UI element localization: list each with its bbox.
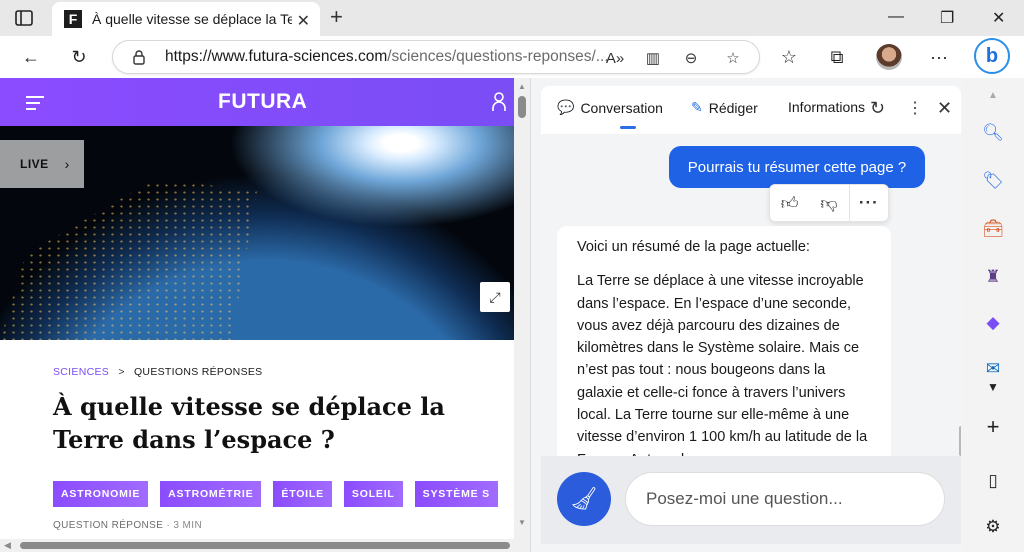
article-meta: QUESTION RÉPONSE · 3 MIN xyxy=(53,520,202,531)
tab-rediger[interactable]: ✎ Rédiger xyxy=(691,99,758,116)
profile-avatar[interactable] xyxy=(876,44,902,70)
new-tab-button[interactable]: + xyxy=(330,6,350,28)
article-title: À quelle vitesse se déplace la Terre dan… xyxy=(53,392,445,454)
search-icon[interactable]: 🔍︎ xyxy=(982,122,1004,144)
shopping-icon[interactable]: 🏷︎ xyxy=(982,170,1004,192)
copilot-pane: 💬 Conversation ✎ Rédiger Informations ↻ ⋮ … xyxy=(530,78,962,552)
new-topic-broom-icon[interactable]: 🧹︎ xyxy=(557,472,611,526)
favorites-icon[interactable]: ☆ xyxy=(778,46,800,68)
bot-message: Voici un résumé de la page actuelle: La … xyxy=(557,226,891,456)
expand-icon[interactable]: ⤢ xyxy=(480,282,510,312)
tab-conversation[interactable]: 💬 Conversation xyxy=(557,99,663,116)
close-pane-icon[interactable]: ✕ xyxy=(937,98,952,119)
minimize-button[interactable]: — xyxy=(888,8,904,26)
live-label: LIVE xyxy=(20,157,49,171)
settings-gear-icon[interactable]: ⚙ xyxy=(982,516,1004,538)
tools-icon[interactable]: 🧰︎ xyxy=(982,218,1004,240)
tag-soleil[interactable]: SOLEIL xyxy=(343,481,403,507)
web-page: FUTURA LIVE › ⤢ SCIENCES > QUESTIONS RÉPO… xyxy=(0,78,514,552)
reaction-bar: 👍︎ 👎︎ ··· xyxy=(769,184,889,222)
read-aloud-icon[interactable]: A» xyxy=(605,48,625,68)
earth-image: LIVE › ⤢ xyxy=(0,126,514,340)
tab-actions-icon[interactable] xyxy=(14,8,34,28)
bot-summary: La Terre se déplace à une vitesse incroy… xyxy=(577,273,868,456)
more-options-icon[interactable]: ⋮ xyxy=(907,98,923,118)
user-message: Pourrais tu résumer cette page ? xyxy=(669,146,925,188)
games-icon[interactable]: ♜ xyxy=(982,266,1004,288)
futura-logo[interactable]: FUTURA xyxy=(218,90,307,114)
tab-close-icon[interactable]: ✕ xyxy=(297,11,310,31)
live-button[interactable]: LIVE › xyxy=(0,140,84,188)
address-bar[interactable]: https://www.futura-sciences.com/sciences… xyxy=(112,40,760,74)
zoom-icon[interactable]: ⊖ xyxy=(681,48,701,68)
vertical-scrollbar[interactable]: ▲ ▼ xyxy=(514,78,530,552)
horizontal-scrollbar[interactable]: ◀ xyxy=(0,539,514,552)
active-tab-indicator xyxy=(620,126,636,129)
breadcrumb-sciences[interactable]: SCIENCES xyxy=(53,366,109,378)
scroll-down-icon[interactable]: ▼ xyxy=(518,518,526,527)
site-header: FUTURA xyxy=(0,78,514,126)
sidebar-scroll-down-icon[interactable]: ▼ xyxy=(982,376,1004,398)
breadcrumb-questions[interactable]: QUESTIONS RÉPONSES xyxy=(134,366,263,378)
sidebar-scroll-up-icon[interactable]: ▲ xyxy=(982,84,1004,106)
url-text[interactable]: https://www.futura-sciences.com/sciences… xyxy=(165,48,609,66)
refresh-chat-icon[interactable]: ↻ xyxy=(870,98,885,119)
futura-favicon-icon: F xyxy=(64,10,82,28)
refresh-icon[interactable]: ↻ xyxy=(68,46,90,68)
article-type: QUESTION RÉPONSE xyxy=(53,520,164,531)
conversation-area: Pourrais tu résumer cette page ? 👍︎ 👎︎ ·… xyxy=(541,134,961,456)
user-icon[interactable] xyxy=(492,92,506,112)
immersive-reader-icon[interactable]: ▥ xyxy=(643,48,663,68)
more-icon[interactable]: ··· xyxy=(928,46,950,68)
bing-chat-icon[interactable]: b xyxy=(974,38,1010,74)
restore-button[interactable]: ❐ xyxy=(940,8,954,28)
compose-icon: ✎ xyxy=(691,99,703,115)
add-favorite-icon[interactable]: ☆ xyxy=(723,48,743,68)
breadcrumb-separator: > xyxy=(118,366,125,378)
edge-sidebar: ▲ 🔍︎ 🏷︎ 🧰︎ ♜ ◆ ✉ ▼ + ▯ ⚙ xyxy=(962,78,1024,552)
add-sidebar-icon[interactable]: + xyxy=(982,414,1004,439)
lock-icon[interactable] xyxy=(131,49,147,65)
hide-sidebar-icon[interactable]: ▯ xyxy=(982,470,1004,492)
tab-informations[interactable]: Informations xyxy=(788,99,865,115)
ask-input[interactable]: Posez-moi une question... xyxy=(625,472,945,526)
tab-bar: F À quelle vitesse se déplace la Terre ✕… xyxy=(0,0,1024,36)
breadcrumb: SCIENCES > QUESTIONS RÉPONSES xyxy=(53,366,262,378)
back-icon[interactable]: ← xyxy=(20,46,42,68)
browser-tab[interactable]: F À quelle vitesse se déplace la Terre ✕ xyxy=(52,2,320,36)
tag-systeme-solaire[interactable]: SYSTÈME S xyxy=(414,481,498,507)
scroll-up-icon[interactable]: ▲ xyxy=(518,82,526,91)
tag-etoile[interactable]: ÉTOILE xyxy=(273,481,332,507)
chat-icon: 💬 xyxy=(557,99,575,115)
chat-tabs: 💬 Conversation ✎ Rédiger Informations ↻ ⋮ … xyxy=(541,86,961,134)
tag-astrometrie[interactable]: ASTROMÉTRIE xyxy=(160,481,262,507)
tab-title: À quelle vitesse se déplace la Terre xyxy=(92,11,292,27)
menu-icon[interactable] xyxy=(26,96,44,114)
scroll-left-icon[interactable]: ◀ xyxy=(4,540,11,551)
collections-icon[interactable]: ⧉ xyxy=(826,46,848,68)
tag-list: ASTRONOMIE ASTROMÉTRIE ÉTOILE SOLEIL SYS… xyxy=(53,481,498,507)
bot-intro: Voici un résumé de la page actuelle: xyxy=(577,239,810,255)
chat-input-area: 🧹︎ Posez-moi une question... xyxy=(541,456,961,544)
address-toolbar: ← ↻ https://www.futura-sciences.com/scie… xyxy=(0,36,1024,78)
office-icon[interactable]: ◆ xyxy=(982,312,1004,334)
thumbs-down-icon[interactable]: 👎︎ xyxy=(809,184,848,222)
thumbs-up-icon[interactable]: 👍︎ xyxy=(770,184,809,222)
read-time: · 3 MIN xyxy=(163,520,203,531)
close-window-button[interactable]: ✕ xyxy=(992,8,1005,28)
chat-scrollbar[interactable] xyxy=(959,426,961,456)
more-actions-icon[interactable]: ··· xyxy=(848,184,888,222)
chevron-right-icon: › xyxy=(64,156,70,172)
tag-astronomie[interactable]: ASTRONOMIE xyxy=(53,481,149,507)
